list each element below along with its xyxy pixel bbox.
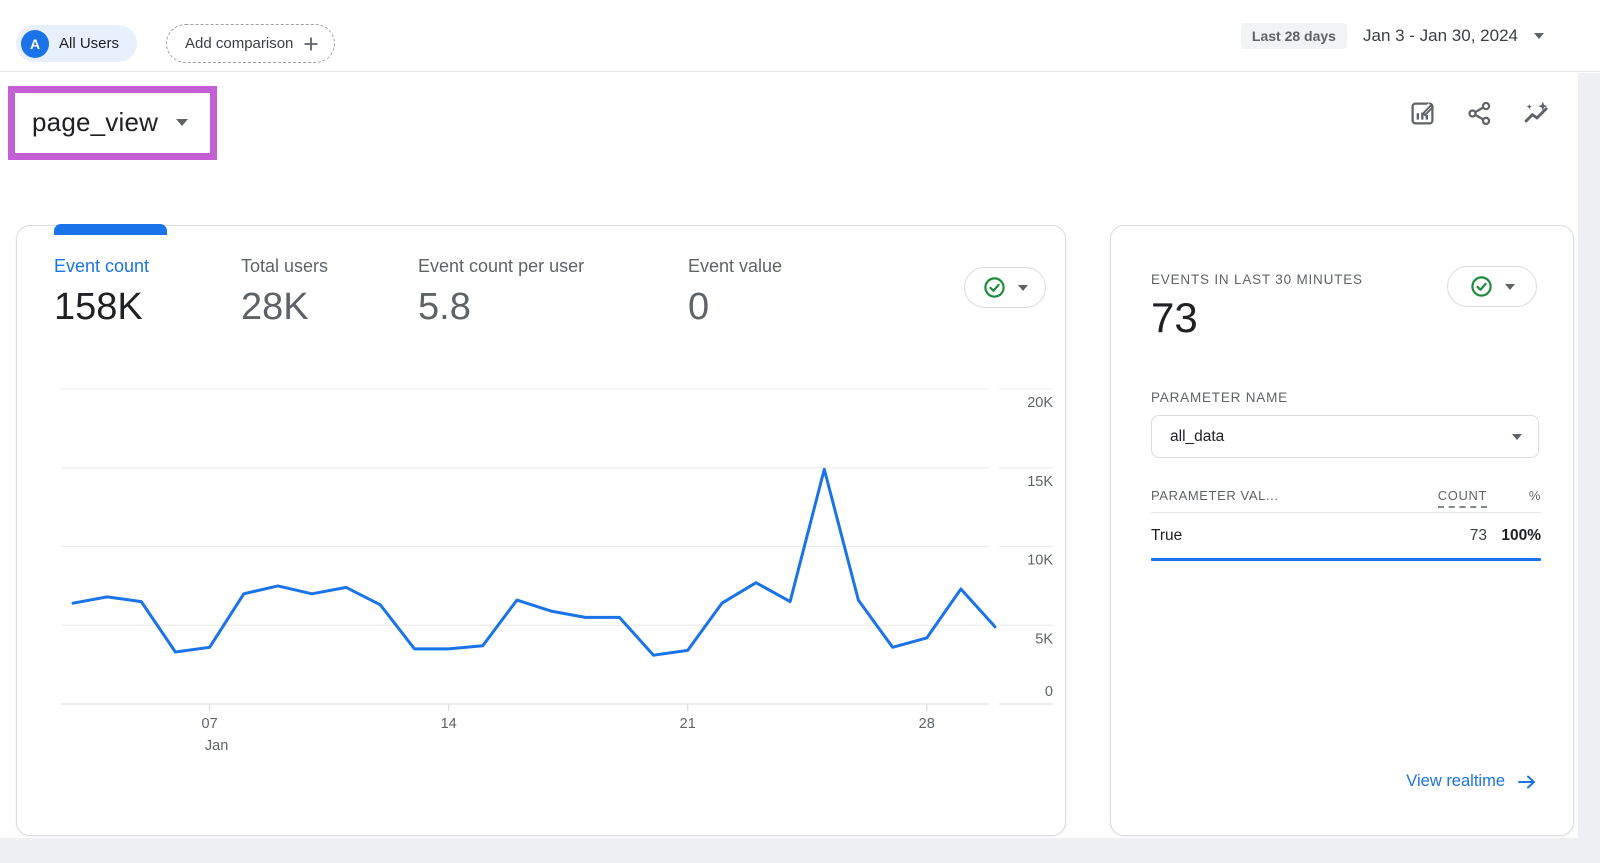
audience-chip-label: All Users (59, 35, 119, 52)
page-background-right (1578, 73, 1600, 863)
audience-chip-all-users[interactable]: A All Users (16, 25, 137, 62)
share-icon[interactable] (1466, 100, 1493, 127)
percent-bar (1151, 558, 1541, 561)
insights-icon[interactable] (1523, 100, 1550, 127)
event-selector-dropdown[interactable]: page_view (15, 93, 210, 153)
parameter-name-value: all_data (1170, 428, 1224, 446)
realtime-events-card: EVENTS IN LAST 30 MINUTES 73 PARAMETER N… (1110, 225, 1574, 836)
chevron-down-icon (1018, 285, 1028, 291)
metric-value: 28K (241, 286, 328, 329)
parameter-values-table: PARAMETER VAL... COUNT % True 73 100% (1151, 488, 1541, 561)
parameter-value-cell: True (1151, 527, 1417, 545)
add-comparison-label: Add comparison (185, 35, 293, 52)
chevron-down-icon (1505, 284, 1515, 290)
date-range-selector[interactable]: Last 28 days Jan 3 - Jan 30, 2024 (1241, 0, 1544, 72)
view-realtime-link[interactable]: View realtime (1406, 772, 1537, 791)
realtime-event-count: 73 (1151, 294, 1198, 342)
chevron-down-icon (1534, 33, 1544, 39)
metric-tab-event-value[interactable]: Event value 0 (688, 256, 782, 329)
chevron-down-icon (1512, 434, 1522, 440)
metric-label: Event count (54, 256, 149, 277)
svg-text:28: 28 (919, 716, 935, 732)
column-header-parameter-value: PARAMETER VAL... (1151, 488, 1417, 503)
event-selector-value: page_view (32, 107, 158, 138)
view-realtime-label: View realtime (1406, 772, 1505, 791)
customize-report-icon[interactable] (1409, 100, 1436, 127)
chevron-down-icon (176, 119, 188, 126)
svg-text:21: 21 (680, 716, 696, 732)
audience-avatar: A (21, 30, 49, 58)
metric-value: 5.8 (418, 286, 584, 329)
header-bar: A All Users Add comparison Last 28 days … (0, 0, 1600, 72)
parameter-name-label: PARAMETER NAME (1151, 390, 1288, 405)
svg-text:20K: 20K (1027, 395, 1053, 411)
metric-value: 158K (54, 286, 149, 329)
data-quality-button[interactable] (964, 267, 1046, 308)
svg-text:07: 07 (202, 716, 218, 732)
metric-value: 0 (688, 286, 782, 329)
date-range-badge: Last 28 days (1241, 23, 1347, 49)
plus-icon (303, 36, 319, 52)
metric-label: Event value (688, 256, 782, 277)
metric-label: Event count per user (418, 256, 584, 277)
metric-tab-total-users[interactable]: Total users 28K (241, 256, 328, 329)
table-header-row: PARAMETER VAL... COUNT % (1151, 488, 1541, 513)
page-background-bottom (0, 838, 1600, 863)
svg-text:0: 0 (1045, 684, 1053, 700)
check-circle-icon (1470, 275, 1493, 298)
column-header-count[interactable]: COUNT (1417, 488, 1487, 503)
selected-tab-indicator (54, 224, 167, 235)
metric-label: Total users (241, 256, 328, 277)
realtime-title: EVENTS IN LAST 30 MINUTES (1151, 272, 1363, 287)
table-row: True 73 100% (1151, 513, 1541, 558)
count-cell: 73 (1417, 527, 1487, 545)
svg-text:10K: 10K (1027, 553, 1053, 569)
check-circle-icon (983, 276, 1006, 299)
metric-tab-event-count-per-user[interactable]: Event count per user 5.8 (418, 256, 584, 329)
data-quality-button[interactable] (1447, 266, 1537, 307)
arrow-right-icon (1517, 774, 1537, 790)
percent-cell: 100% (1487, 527, 1541, 545)
event-metrics-card: Event count 158K Total users 28K Event c… (16, 225, 1066, 836)
parameter-name-select[interactable]: all_data (1151, 415, 1539, 458)
column-header-percent: % (1487, 488, 1541, 503)
svg-text:Jan: Jan (205, 738, 228, 754)
date-range-text: Jan 3 - Jan 30, 2024 (1363, 26, 1518, 46)
metric-tab-event-count[interactable]: Event count 158K (54, 256, 149, 329)
svg-text:14: 14 (441, 716, 457, 732)
svg-text:15K: 15K (1027, 474, 1053, 490)
annotation-highlight: page_view (8, 86, 217, 160)
add-comparison-button[interactable]: Add comparison (166, 24, 335, 63)
svg-text:5K: 5K (1035, 631, 1053, 647)
event-count-trend-chart: 0 5K 10K 15K 20K 07 Jan 14 21 28 (37, 369, 1057, 774)
